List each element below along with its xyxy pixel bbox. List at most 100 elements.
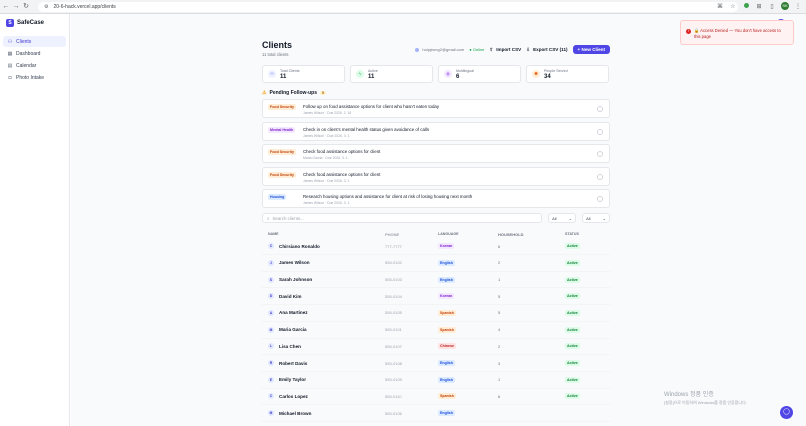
table-row[interactable]: R Robert Davis 555-0108 English 3 Active [262, 355, 610, 372]
table-row[interactable]: C Chirsiano Ronaldo 777-7777 Korean 6 Active [262, 238, 610, 256]
table-row[interactable]: J James Wilson 555-0102 English 2 Active [262, 255, 610, 272]
household-cell: 4 [498, 327, 501, 333]
col-household[interactable]: HOUSEHOLD [498, 232, 565, 237]
bookmark-icon[interactable]: ☆ [729, 3, 737, 10]
col-name[interactable]: NAME [268, 232, 385, 236]
sidebar-item-clients[interactable]: ⚇ Clients [3, 36, 66, 47]
url-text: 20-6-hack.vercel.app/clients [53, 4, 116, 10]
complete-checkbox[interactable] [597, 106, 603, 112]
language-badge: English [438, 410, 455, 417]
access-denied-toast[interactable]: ! 🔒 Access Denied — You don't have acces… [680, 20, 794, 45]
puzzle-icon[interactable]: ⊞ [755, 3, 763, 10]
followup-item[interactable]: Food Security Check food assistance optio… [262, 166, 610, 186]
language-badge: Spanish [438, 326, 456, 333]
language-badge: English [438, 259, 455, 266]
import-csv-button[interactable]: ⇧ Import CSV [489, 47, 521, 53]
col-language[interactable]: LANGUAGE [438, 232, 498, 236]
stat-label: Total Clients [280, 68, 300, 73]
followup-meta: James Wilson · Due 2026. 3. 1 [303, 178, 350, 183]
sidebar-nav: ⚇ Clients ▦ Dashboard ▤ Calendar ◘ Photo… [0, 36, 69, 83]
sidebar-item-label: Calendar [16, 62, 37, 69]
phone-cell: 555-0106 [385, 410, 402, 416]
browser-actions: ⌘ ☆ ⊞ ▯ SK ⋮ [716, 2, 802, 10]
status-badge: Active [565, 276, 580, 283]
table-row[interactable]: A Ana Martinez 555-0105 Spanish 5 Active [262, 305, 610, 322]
avatar: S [268, 276, 274, 283]
col-status[interactable]: STATUS [565, 232, 579, 236]
followups-list: Food Security Follow up on food assistanc… [262, 99, 610, 209]
stat-value: 6 [456, 73, 460, 80]
table-row[interactable]: M Michael Brown 555-0106 English [262, 405, 610, 422]
phone-cell: 555-0102 [385, 260, 402, 266]
stat-card: ⚇ Total Clients 11 [262, 65, 345, 83]
followup-item[interactable]: Food Security Check food assistance optio… [262, 144, 610, 164]
language-filter-select[interactable]: All ⌄ [582, 213, 610, 224]
stats-row: ⚇ Total Clients 11 ∿ Active 11 ◍ Multiling… [262, 65, 610, 83]
complete-checkbox[interactable] [597, 196, 603, 203]
sidebar-toggle-icon[interactable]: ▯ [768, 3, 776, 10]
brand[interactable]: S SafeCase [0, 14, 69, 32]
sidebar-item-label: Dashboard [16, 50, 41, 57]
extension-icon[interactable] [742, 2, 750, 10]
watermark-line2: [설정]으로 이동하여 Windows를 정품 인증합니다. [664, 400, 747, 405]
site-info-icon[interactable]: ⚙ [44, 4, 48, 10]
client-name-cell: E Emily Taylor [268, 376, 306, 383]
page-subtitle: 11 total clients [262, 52, 289, 57]
table-row[interactable]: C Carlos Lopez 555-0110 Spanish 6 Active [262, 389, 610, 406]
chevron-down-icon: ⌄ [602, 215, 606, 221]
client-name-cell: L Lisa Chen [268, 343, 385, 350]
stat-label: People Served [544, 68, 568, 73]
followup-item[interactable]: Housing Research housing options and assi… [262, 189, 610, 209]
chat-button[interactable]: ◯ [780, 406, 793, 419]
status-badge: Active [565, 326, 580, 333]
avatar: L [268, 343, 274, 350]
category-badge: Housing [268, 194, 287, 201]
reload-icon[interactable]: ↻ [22, 2, 30, 12]
sidebar: S SafeCase ⚇ Clients ▦ Dashboard ▤ Calen… [0, 14, 70, 426]
client-name-cell: M Maria Garcia [268, 326, 307, 333]
language-badge: Spanish [438, 309, 456, 316]
export-csv-button[interactable]: ⇩ Export CSV (11) [526, 47, 567, 53]
col-phone[interactable]: PHONE [385, 232, 438, 237]
sidebar-item-calendar[interactable]: ▤ Calendar [3, 60, 66, 71]
avatar: C [268, 393, 274, 400]
back-icon[interactable]: ← [2, 2, 10, 12]
status-badge: Active [565, 343, 580, 350]
language-cell: English [438, 376, 498, 383]
table-row[interactable]: M Maria Garcia 555-0101 Spanish 4 Active [262, 322, 610, 339]
sidebar-item-dashboard[interactable]: ▦ Dashboard [3, 48, 66, 59]
language-badge: Spanish [438, 393, 456, 400]
translate-icon[interactable]: ⌘ [716, 3, 724, 10]
category-badge: Food Security [268, 171, 296, 178]
menu-icon[interactable]: ⋮ [794, 3, 802, 10]
followups-count: 5 [319, 91, 326, 95]
dashboard-icon: ▦ [7, 50, 13, 57]
chevron-down-icon: ⌄ [568, 215, 573, 221]
complete-checkbox[interactable] [597, 173, 603, 180]
phone-cell: 555-0103 [385, 277, 402, 283]
complete-checkbox[interactable] [597, 151, 603, 158]
followup-meta: Maria Garcia · Due 2026. 3. 1 [303, 156, 348, 161]
forward-icon[interactable]: → [12, 2, 20, 12]
table-row[interactable]: D David Kim 555-0104 Korean 5 Active [262, 288, 610, 306]
profile-avatar[interactable]: SK [781, 2, 789, 10]
main-area: Clients 11 total clients hoipjeong2@gmai… [71, 14, 806, 426]
status-filter-select[interactable]: All ⌄ [548, 213, 577, 224]
language-cell: English [438, 360, 498, 367]
phone-cell: 555-0107 [385, 343, 402, 349]
status-cell: Active [565, 326, 580, 333]
new-client-button[interactable]: + New Client [572, 45, 610, 54]
language-cell: Spanish [438, 309, 498, 316]
address-bar[interactable]: ⚙ 20-6-hack.vercel.app/clients [38, 2, 738, 12]
table-row[interactable]: L Lisa Chen 555-0107 Chinese 2 Active [262, 339, 610, 356]
table-row[interactable]: S Sarah Johnson 555-0103 English 1 Active [262, 272, 610, 289]
upload-icon: ⇧ [489, 46, 494, 52]
table-row[interactable]: E Emily Taylor 555-0109 English 1 Active [262, 372, 610, 389]
stat-label: Active [368, 68, 378, 73]
followup-item[interactable]: Mental Health Check in on client's mental… [262, 121, 610, 141]
followup-item[interactable]: Food Security Follow up on food assistanc… [262, 99, 610, 118]
household-cell: 2 [498, 343, 501, 349]
complete-checkbox[interactable] [597, 128, 603, 135]
search-input[interactable]: ⌕ Search clients... [262, 213, 543, 224]
sidebar-item-photo-intake[interactable]: ◘ Photo Intake [3, 72, 66, 83]
